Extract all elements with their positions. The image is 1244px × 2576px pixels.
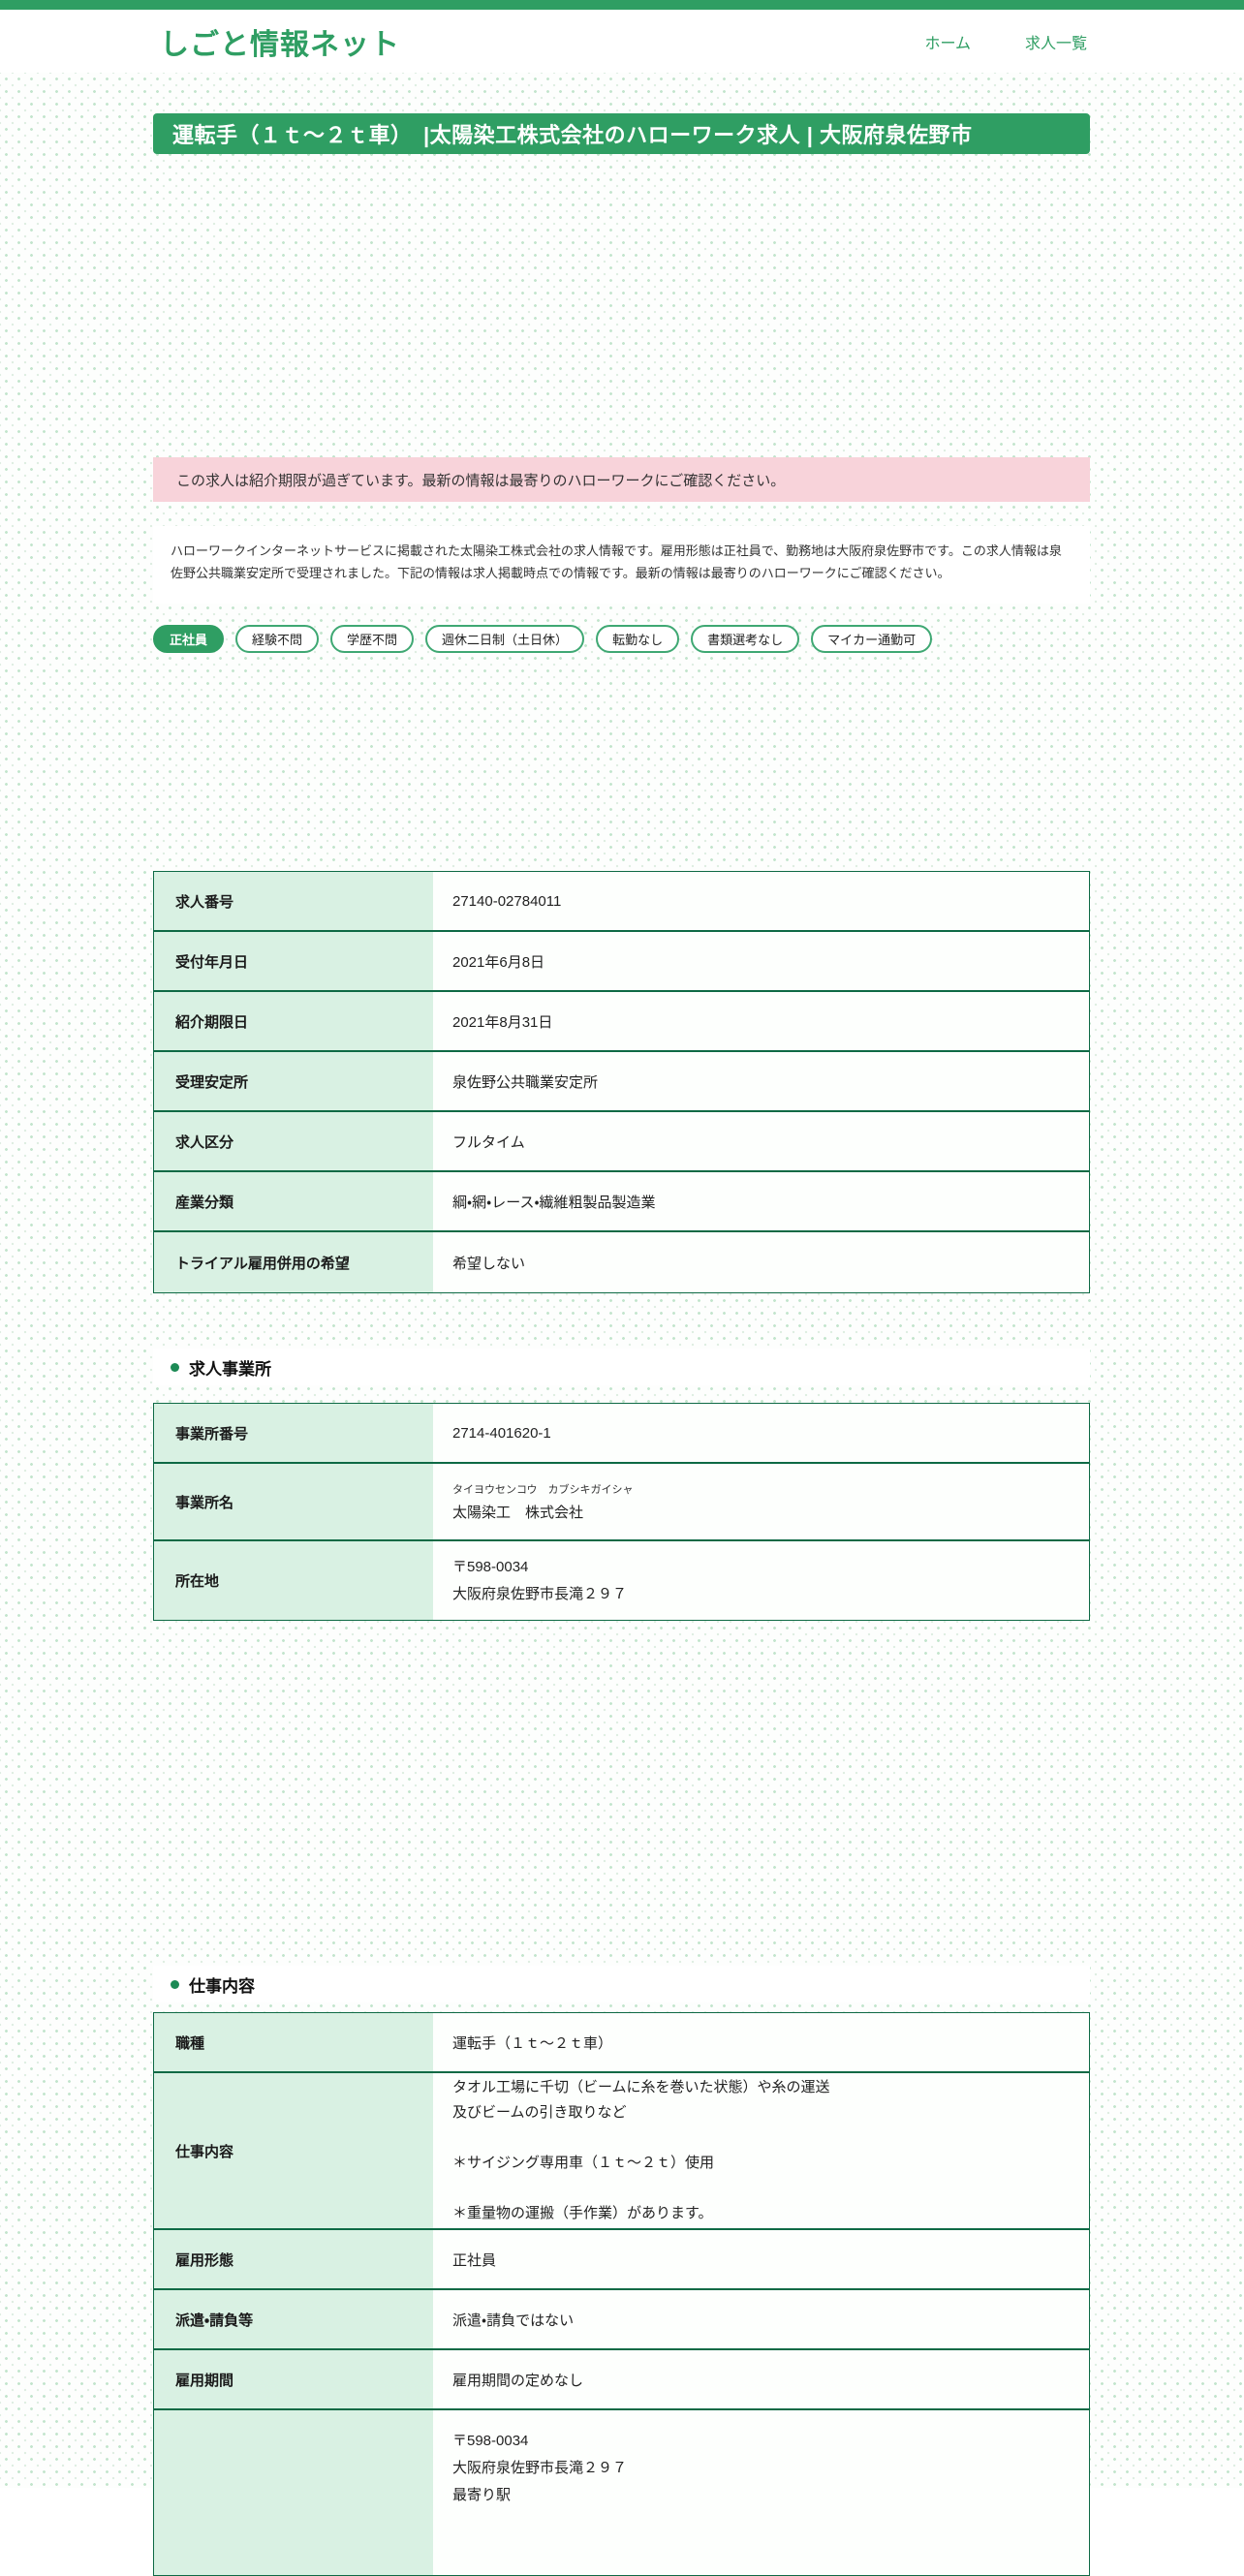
row-value: 〒598-0034 大阪府泉佐野市長滝２９７ 最寄り駅 (452, 2433, 628, 2503)
row-value: 27140-02784011 (452, 892, 562, 910)
table-row: 派遣・請負等 派遣・請負ではない (154, 2290, 1089, 2350)
badge-no-experience: 経験不問 (235, 625, 320, 653)
row-label: 雇用形態 (154, 2230, 433, 2288)
table-row: 紹介期限日 2021年8月31日 (154, 992, 1089, 1052)
job-overview-table: 求人番号 27140-02784011 受付年月日 2021年6月8日 紹介期限… (153, 871, 1090, 1293)
row-value: フルタイム (452, 1133, 525, 1151)
table-row: 受理安定所 泉佐野公共職業安定所 (154, 1052, 1089, 1112)
row-value: タイヨウセンコウ カブシキガイシャ 太陽染工 株式会社 (433, 1464, 1089, 1539)
badge-no-education: 学歴不問 (330, 625, 415, 653)
bullet-dot-icon (171, 1362, 179, 1372)
table-row: 産業分類 綱・網・レース・繊維粗製品製造業 (154, 1172, 1089, 1232)
row-value: 綱・網・レース・繊維粗製品製造業 (452, 1194, 656, 1211)
row-label: 紹介期限日 (154, 992, 433, 1050)
row-label: 求人番号 (154, 872, 433, 930)
row-value: 2714-401620-1 (452, 1424, 551, 1442)
row-value: タオル工場に千切（ビームに糸を巻いた状態）や糸の運送 及びビームの引き取りなど … (452, 2079, 830, 2221)
table-row: 所在地 〒598-0034 大阪府泉佐野市長滝２９７ (154, 1541, 1089, 1620)
badge-no-relocation: 転勤なし (596, 625, 680, 653)
table-row: 雇用期間 雇用期間の定めなし (154, 2350, 1089, 2410)
row-label: 受理安定所 (154, 1052, 433, 1110)
table-row: 仕事内容 タオル工場に千切（ビームに糸を巻いた状態）や糸の運送 及びビームの引き… (154, 2073, 1089, 2230)
nav-link-job-list[interactable]: 求人一覧 (1025, 30, 1087, 53)
top-accent-bar (0, 0, 1244, 10)
row-value: 希望しない (452, 1255, 526, 1272)
site-logo-title[interactable]: しごと情報ネット (160, 20, 400, 63)
row-label: 派遣・請負等 (154, 2290, 433, 2348)
row-label: 事業所名 (154, 1464, 433, 1539)
row-value: 派遣・請負ではない (452, 2312, 575, 2329)
row-label: 産業分類 (154, 1172, 433, 1230)
section-title: 求人事業所 (189, 1359, 271, 1379)
row-label: 職種 (154, 2013, 433, 2071)
row-label: 雇用期間 (154, 2350, 433, 2408)
employer-table: 事業所番号 2714-401620-1 事業所名 タイヨウセンコウ カブシキガイ… (153, 1403, 1090, 1621)
badge-employment-type: 正社員 (153, 625, 225, 653)
row-value: 2021年6月8日 (452, 953, 545, 971)
table-row: 雇用形態 正社員 (154, 2230, 1089, 2290)
table-row: トライアル雇用併用の希望 希望しない (154, 1232, 1089, 1292)
section-heading-employer: 求人事業所 (153, 1349, 1090, 1385)
table-row: 求人区分 フルタイム (154, 1112, 1089, 1172)
badge-two-days-off: 週休二日制（土日休） (425, 625, 585, 653)
table-row: 事業所番号 2714-401620-1 (154, 1404, 1089, 1464)
row-value: 雇用期間の定めなし (452, 2372, 584, 2389)
employer-name-kana: タイヨウセンコウ カブシキガイシャ (452, 1484, 634, 1496)
row-value: 運転手（１ｔ～２ｔ車） (452, 2034, 613, 2052)
row-label: トライアル雇用併用の希望 (154, 1232, 433, 1292)
section-heading-job-content: 仕事内容 (153, 1966, 1090, 2002)
job-content-table: 職種 運転手（１ｔ～２ｔ車） 仕事内容 タオル工場に千切（ビームに糸を巻いた状態… (153, 2012, 1090, 2576)
row-label: 受付年月日 (154, 932, 433, 990)
row-value: 泉佐野公共職業安定所 (452, 1073, 599, 1091)
badge-list: 正社員 経験不問 学歴不問 週休二日制（土日休） 転勤なし 書類選考なし マイカ… (153, 625, 933, 653)
row-label: 所在地 (154, 1541, 433, 1620)
row-label: 仕事内容 (154, 2073, 433, 2228)
row-value: 正社員 (452, 2251, 497, 2269)
table-row: 職種 運転手（１ｔ～２ｔ車） (154, 2013, 1089, 2073)
employer-name: 太陽染工 株式会社 (452, 1505, 584, 1521)
table-row: 受付年月日 2021年6月8日 (154, 932, 1089, 992)
bullet-dot-icon (171, 1979, 179, 1989)
table-row: 求人番号 27140-02784011 (154, 872, 1089, 932)
badge-car-commute-ok: マイカー通勤可 (811, 625, 933, 653)
row-label: 求人区分 (154, 1112, 433, 1170)
row-label: 事業所番号 (154, 1404, 433, 1462)
expired-notice: この求人は紹介期限が過ぎています。最新の情報は最寄りのハローワークにご確認くださ… (153, 457, 1090, 502)
badge-no-document-screening: 書類選考なし (691, 625, 800, 653)
intro-paragraph: ハローワークインターネットサービスに掲載された太陽染工株式会社の求人情報です。雇… (153, 526, 1090, 604)
table-row: 〒598-0034 大阪府泉佐野市長滝２９７ 最寄り駅 (154, 2410, 1089, 2575)
main-nav: ホーム 求人一覧 (924, 30, 1087, 53)
row-value: 〒598-0034 大阪府泉佐野市長滝２９７ (452, 1558, 628, 1602)
section-title: 仕事内容 (189, 1976, 255, 1996)
row-label (154, 2410, 433, 2575)
nav-link-home[interactable]: ホーム (924, 30, 971, 53)
site-header: しごと情報ネット ホーム 求人一覧 (0, 10, 1244, 73)
table-row: 事業所名 タイヨウセンコウ カブシキガイシャ 太陽染工 株式会社 (154, 1464, 1089, 1541)
page-title-banner: 運転手（１ｔ～２ｔ車） |太陽染工株式会社のハローワーク求人 | 大阪府泉佐野市 (153, 113, 1090, 154)
row-value: 2021年8月31日 (452, 1013, 553, 1031)
